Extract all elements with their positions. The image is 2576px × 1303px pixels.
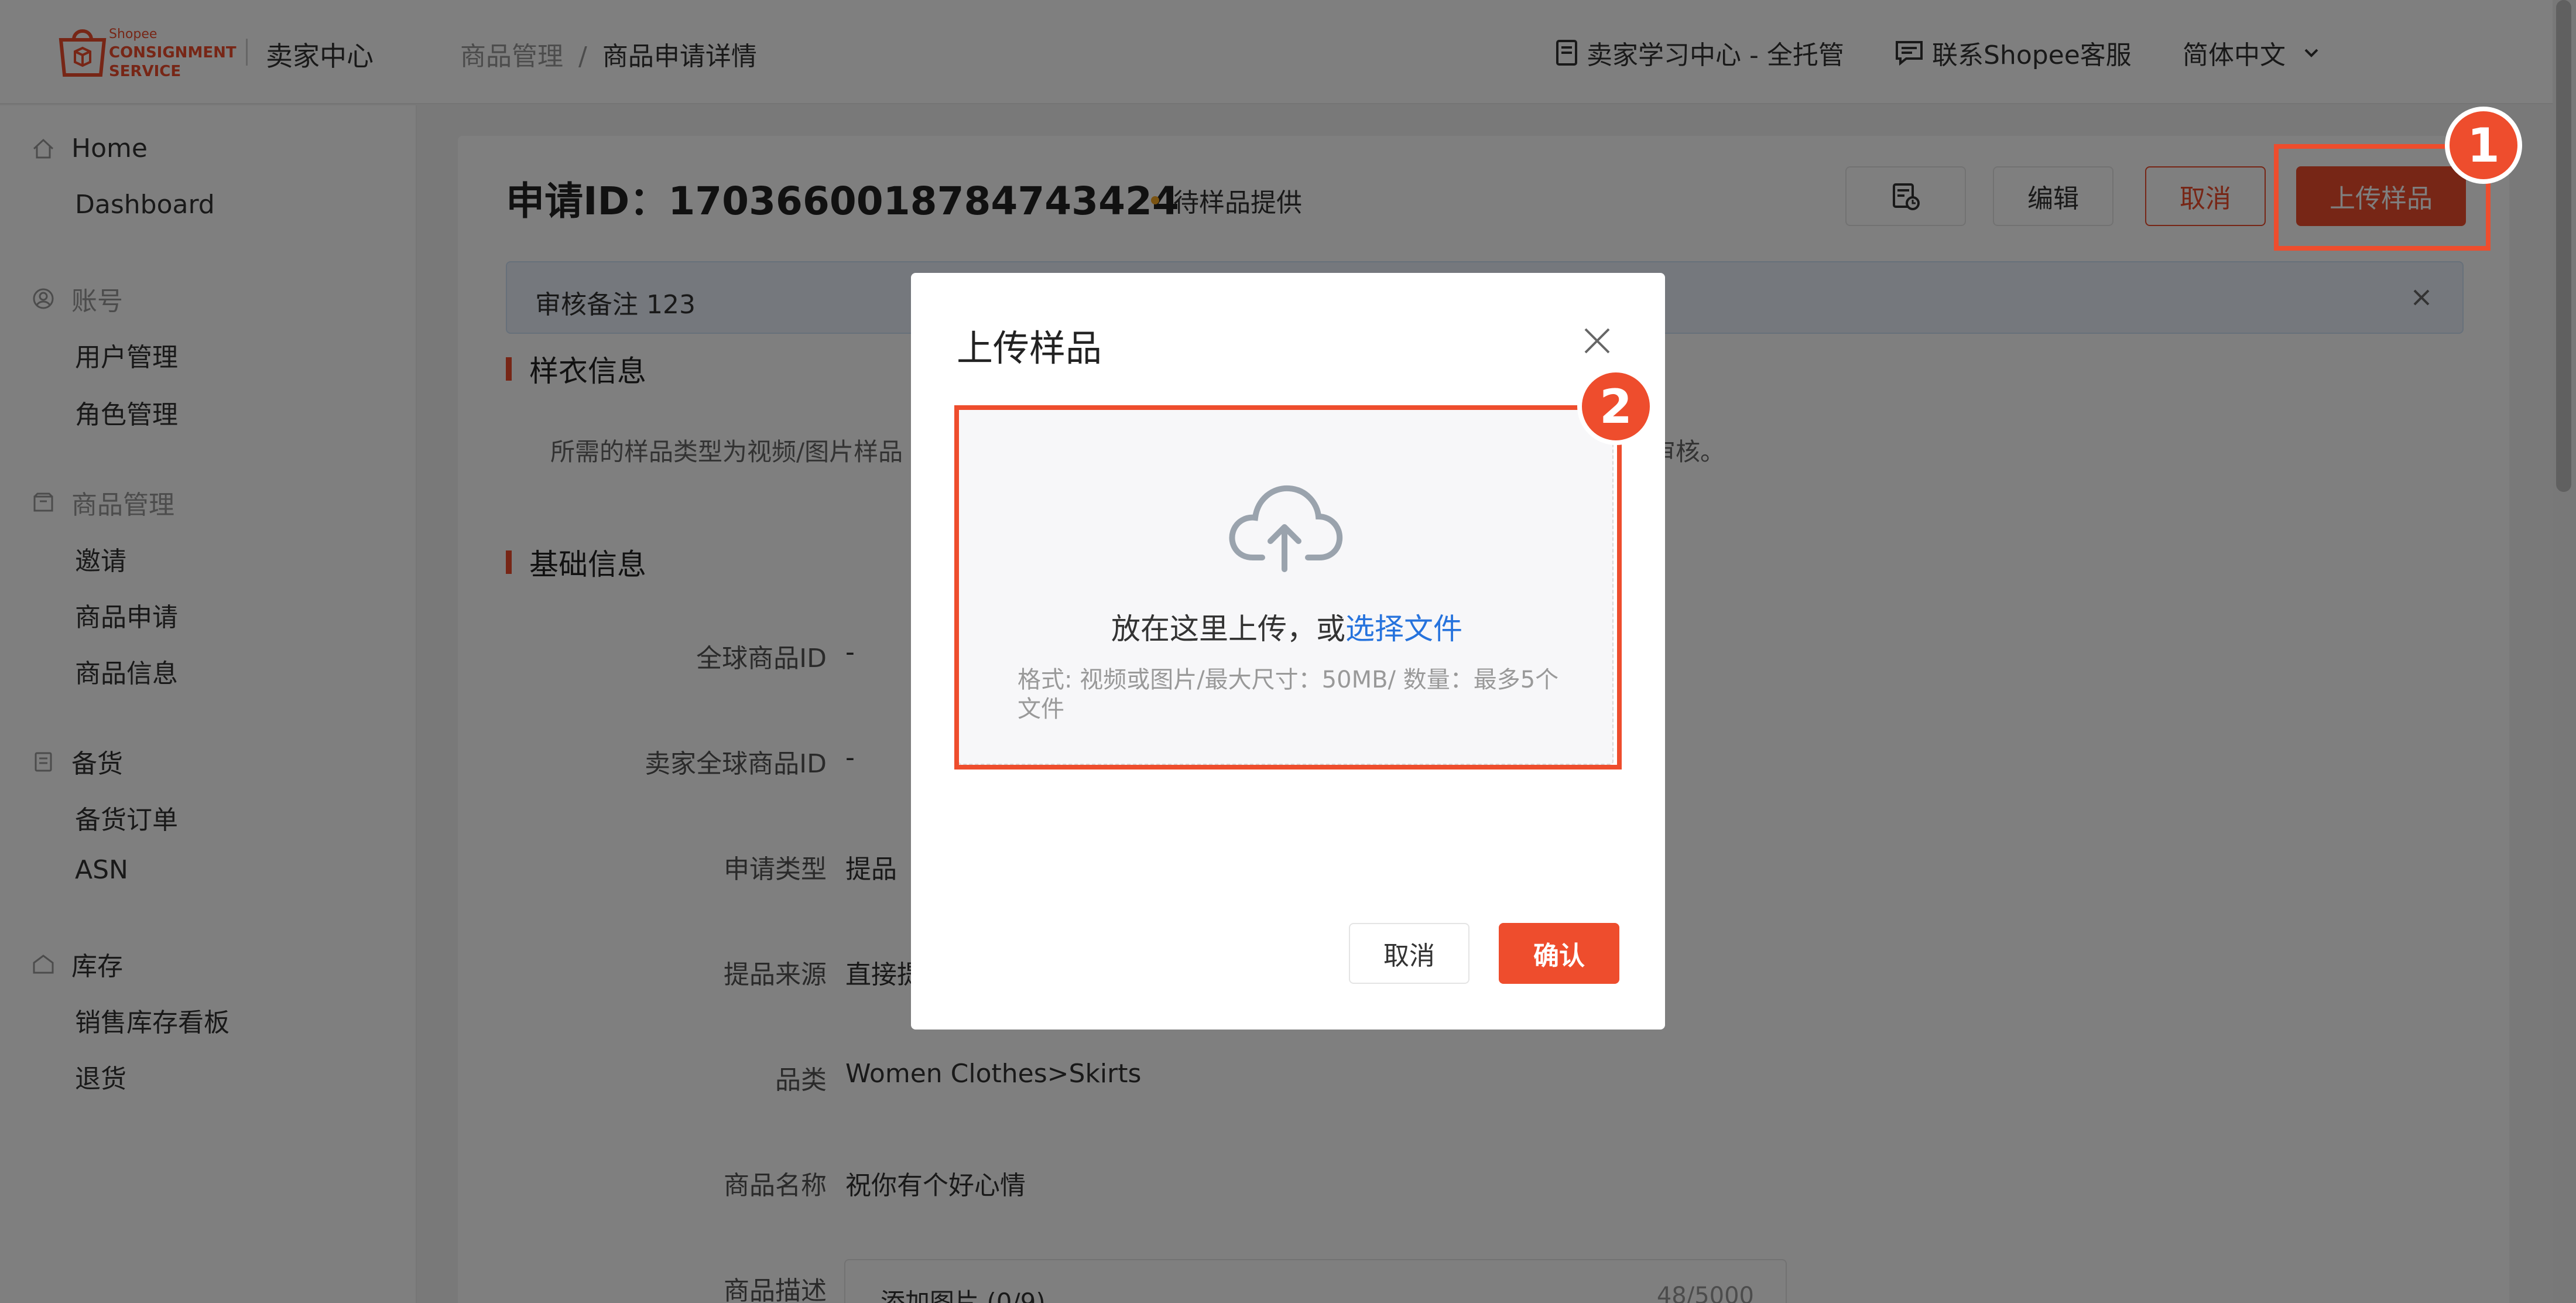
- step-badge-2: 2: [1577, 368, 1654, 445]
- dialog-cancel-button[interactable]: 取消: [1349, 923, 1469, 984]
- step-badge-1: 1: [2445, 107, 2522, 184]
- dialog-title: 上传样品: [957, 327, 1102, 370]
- close-icon[interactable]: [1580, 323, 1615, 358]
- highlight-file-drop-zone: [954, 405, 1622, 770]
- dialog-confirm-button[interactable]: 确认: [1499, 923, 1619, 984]
